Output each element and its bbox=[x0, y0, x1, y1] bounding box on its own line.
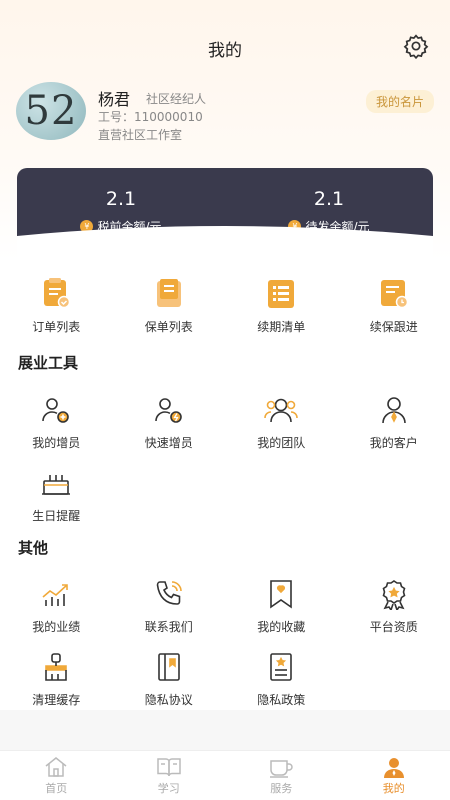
award-badge-icon bbox=[376, 576, 412, 612]
renewal-followup-item[interactable]: 续保跟进 bbox=[338, 276, 450, 335]
tools-row-1: 我的增员 快速增员 我的团队 我的客户 bbox=[0, 392, 450, 451]
platform-qualification-label: 平台资质 bbox=[369, 620, 418, 634]
tab-study-label: 学习 bbox=[157, 781, 180, 795]
order-list-icon bbox=[38, 276, 74, 312]
platform-qualification-item[interactable]: 平台资质 bbox=[338, 576, 450, 635]
policy-list-label: 保单列表 bbox=[144, 320, 193, 334]
privacy-agreement-label: 隐私协议 bbox=[144, 693, 193, 707]
other-row-1: 我的业绩 联系我们 我的收藏 平台资质 bbox=[0, 576, 450, 635]
avatar-text: 52 bbox=[24, 88, 78, 134]
footer-spacer bbox=[0, 710, 450, 750]
tab-service-label: 服务 bbox=[270, 781, 293, 795]
birthday-reminder-label: 生日提醒 bbox=[32, 509, 81, 523]
other-row-2: 清理缓存 隐私协议 隐私政策 bbox=[0, 649, 450, 708]
user-role: 社区经纪人 bbox=[146, 92, 207, 106]
quick-recruit-item[interactable]: 快速增员 bbox=[113, 392, 226, 451]
pending-value: 2.1 bbox=[313, 188, 345, 210]
my-favorites-label: 我的收藏 bbox=[257, 620, 306, 634]
other-section-title: 其他 bbox=[18, 539, 49, 557]
user-name: 杨君 bbox=[98, 90, 131, 109]
my-customers-label: 我的客户 bbox=[369, 436, 418, 450]
my-recruits-label: 我的增员 bbox=[32, 436, 81, 450]
my-team-label: 我的团队 bbox=[257, 436, 306, 450]
order-list-item[interactable]: 订单列表 bbox=[0, 276, 113, 335]
bottom-tab-bar: 首页 学习 服务 我的 bbox=[0, 750, 450, 800]
privacy-agreement-item[interactable]: 隐私协议 bbox=[113, 649, 226, 708]
tools-section-title: 展业工具 bbox=[18, 354, 79, 372]
orders-row: 订单列表 保单列表 续期清单 续保跟进 bbox=[0, 276, 450, 335]
balance-card: 2.1 ¥ 税前余额/元 2.1 ¥ 待发余额/元 bbox=[17, 168, 433, 258]
clear-cache-item[interactable]: 清理缓存 bbox=[0, 649, 113, 708]
my-favorites-item[interactable]: 我的收藏 bbox=[225, 576, 338, 635]
renewal-followup-label: 续保跟进 bbox=[369, 320, 418, 334]
book-icon bbox=[157, 757, 181, 776]
settings-button[interactable] bbox=[402, 32, 430, 60]
privacy-policy-icon bbox=[263, 649, 299, 685]
performance-chart-icon bbox=[38, 576, 74, 612]
policy-list-icon bbox=[151, 276, 187, 312]
user-icon bbox=[383, 757, 404, 778]
customer-icon bbox=[376, 392, 412, 428]
privacy-agreement-icon bbox=[151, 649, 187, 685]
broom-icon bbox=[38, 649, 74, 685]
balance-card-curve bbox=[17, 226, 433, 258]
home-icon bbox=[45, 756, 67, 777]
clear-cache-label: 清理缓存 bbox=[32, 693, 81, 707]
page-title: 我的 bbox=[208, 41, 242, 61]
my-card-button[interactable]: 我的名片 bbox=[365, 90, 434, 113]
pre-tax-value: 2.1 bbox=[105, 188, 137, 210]
employee-id: 工号：110000010 bbox=[98, 110, 203, 124]
quick-add-member-icon bbox=[151, 392, 187, 428]
contact-us-label: 联系我们 bbox=[144, 620, 193, 634]
renewal-followup-icon bbox=[376, 276, 412, 312]
my-recruits-item[interactable]: 我的增员 bbox=[0, 392, 113, 451]
quick-recruit-label: 快速增员 bbox=[144, 436, 193, 450]
privacy-policy-item[interactable]: 隐私政策 bbox=[225, 649, 338, 708]
gear-icon bbox=[403, 34, 429, 59]
tab-study[interactable]: 学习 bbox=[113, 751, 226, 800]
tab-service[interactable]: 服务 bbox=[225, 751, 338, 800]
renewal-list-icon bbox=[263, 276, 299, 312]
team-icon bbox=[263, 392, 299, 428]
contact-us-item[interactable]: 联系我们 bbox=[113, 576, 226, 635]
tab-home[interactable]: 首页 bbox=[0, 751, 113, 800]
policy-list-item[interactable]: 保单列表 bbox=[113, 276, 226, 335]
tab-home-label: 首页 bbox=[45, 781, 68, 795]
renewal-list-item[interactable]: 续期清单 bbox=[225, 276, 338, 335]
order-list-label: 订单列表 bbox=[32, 320, 81, 334]
header: 我的 bbox=[0, 0, 450, 92]
add-member-icon bbox=[38, 392, 74, 428]
avatar[interactable]: 52 bbox=[16, 82, 86, 140]
birthday-reminder-item[interactable]: 生日提醒 bbox=[0, 465, 113, 524]
tab-mine-label: 我的 bbox=[382, 781, 405, 795]
user-org: 直营社区工作室 bbox=[98, 128, 183, 142]
my-team-item[interactable]: 我的团队 bbox=[225, 392, 338, 451]
tools-row-2: 生日提醒 bbox=[0, 465, 450, 524]
tab-mine[interactable]: 我的 bbox=[338, 751, 450, 800]
phone-icon bbox=[151, 576, 187, 612]
my-performance-label: 我的业绩 bbox=[32, 620, 81, 634]
birthday-cake-icon bbox=[38, 465, 74, 501]
bookmark-icon bbox=[263, 576, 299, 612]
renewal-list-label: 续期清单 bbox=[257, 320, 306, 334]
profile-section: 52 杨君 社区经纪人 工号：110000010 直营社区工作室 我的名片 bbox=[16, 82, 436, 144]
my-customers-item[interactable]: 我的客户 bbox=[338, 392, 450, 451]
my-performance-item[interactable]: 我的业绩 bbox=[0, 576, 113, 635]
cup-icon bbox=[270, 759, 293, 778]
privacy-policy-label: 隐私政策 bbox=[257, 693, 306, 707]
